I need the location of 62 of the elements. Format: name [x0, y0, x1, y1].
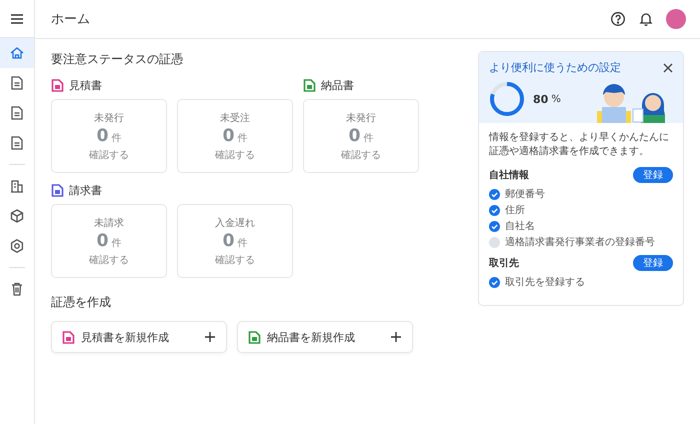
register-button[interactable]: 登録 [633, 255, 673, 271]
category-label: 請求書 [69, 183, 102, 198]
cube-icon [9, 208, 25, 224]
status-card[interactable]: 未発行 0 件 確認する [303, 99, 419, 173]
status-card[interactable]: 未請求 0 件 確認する [51, 204, 167, 278]
page-title: ホーム [51, 11, 90, 28]
description-text: 情報を登録すると、より早くかんたんに証憑や適格請求書を作成できます。 [489, 131, 670, 159]
status-label: 未発行 [346, 112, 376, 124]
count-value: 0 [96, 232, 108, 250]
register-button[interactable]: 登録 [633, 167, 673, 183]
subsection-title: 取引先 [489, 256, 519, 270]
count-unit: 件 [111, 132, 122, 144]
check-link[interactable]: 確認する [215, 252, 255, 266]
status-label: 未発行 [94, 112, 124, 124]
progress-unit: % [551, 94, 561, 104]
notification-bell-icon[interactable] [638, 11, 654, 27]
count-value: 0 [222, 128, 234, 144]
checklist-item: 取引先を登録する [505, 276, 585, 289]
status-label: 入金遅れ [215, 216, 255, 230]
count-value: 0 [222, 232, 234, 250]
sidebar-item[interactable] [0, 38, 34, 68]
status-label: 未請求 [94, 216, 124, 230]
count-unit: 件 [111, 236, 122, 250]
checklist-item: 自社名 [505, 220, 535, 233]
plus-icon [204, 331, 216, 343]
gear-icon [9, 238, 25, 254]
panel-title: より便利に使うための設定 [489, 60, 621, 75]
check-link[interactable]: 確認する [341, 148, 381, 162]
count-unit: 件 [237, 236, 248, 250]
status-card[interactable]: 入金遅れ 0 件 確認する [177, 204, 293, 278]
building-icon [9, 178, 25, 194]
section-title: 要注意ステータスの証憑 [51, 51, 184, 68]
checklist-item: 郵便番号 [505, 188, 545, 201]
checklist-item: 住所 [505, 204, 525, 217]
home-icon [9, 45, 25, 61]
close-icon[interactable] [663, 62, 673, 72]
trash-icon [9, 281, 25, 297]
count-value: 0 [96, 128, 108, 144]
avatar[interactable] [666, 9, 686, 29]
category-label: 見積書 [69, 78, 102, 93]
document-icon [9, 105, 25, 121]
status-card[interactable]: 未受注 0 件 確認する [177, 99, 293, 173]
count-unit: 件 [237, 132, 248, 144]
section-title: 証憑を作成 [51, 294, 112, 311]
checklist-item: 適格請求書発行事業者の登録番号 [505, 236, 655, 249]
count-unit: 件 [363, 132, 374, 144]
progress-value: 80 [533, 92, 548, 106]
status-label: 未受注 [220, 112, 250, 124]
check-link[interactable]: 確認する [89, 148, 129, 162]
status-card[interactable]: 未発行 0 件 確認する [51, 99, 167, 173]
count-value: 0 [348, 128, 360, 144]
category-label: 納品書 [321, 78, 354, 93]
check-link[interactable]: 確認する [89, 252, 129, 266]
subsection-title: 自社情報 [489, 168, 529, 182]
help-icon[interactable] [610, 11, 626, 27]
create-card[interactable]: 見積書を新規作成 [51, 321, 227, 353]
progress-ring [489, 81, 525, 117]
plus-icon [390, 331, 402, 343]
create-card[interactable]: 納品書を新規作成 [237, 321, 413, 353]
document-icon [9, 75, 25, 91]
check-link[interactable]: 確認する [215, 148, 255, 162]
document-icon [9, 135, 25, 151]
